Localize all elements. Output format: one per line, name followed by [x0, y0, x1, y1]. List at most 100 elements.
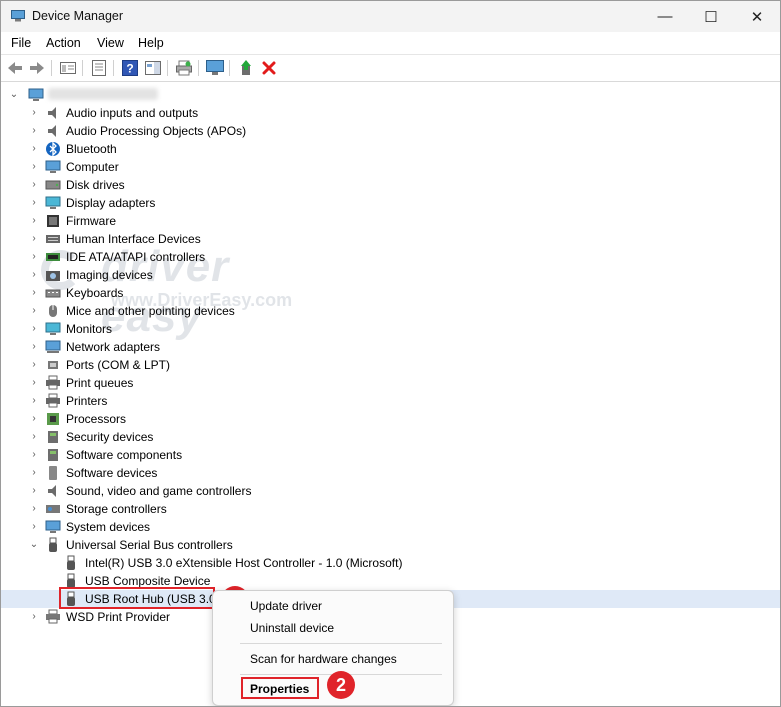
show-hide-icon[interactable]	[90, 59, 108, 77]
tree-item-category[interactable]: › Audio inputs and outputs	[1, 104, 780, 122]
menu-help[interactable]: Help	[138, 36, 164, 50]
keyboard-icon	[45, 285, 61, 301]
chevron-right-icon[interactable]: ›	[29, 125, 39, 137]
maximize-button[interactable]: ☐	[688, 1, 734, 32]
chevron-down-icon[interactable]: ⌄	[29, 539, 39, 551]
chevron-right-icon[interactable]: ›	[29, 215, 39, 227]
chevron-right-icon[interactable]: ›	[29, 485, 39, 497]
chevron-right-icon[interactable]: ›	[29, 161, 39, 173]
chevron-right-icon[interactable]: ›	[29, 377, 39, 389]
tree-item-category[interactable]: › Mice and other pointing devices	[1, 302, 780, 320]
properties-highlight	[241, 677, 319, 699]
chevron-right-icon[interactable]: ›	[29, 269, 39, 281]
tree-item-label: Intel(R) USB 3.0 eXtensible Host Control…	[85, 556, 403, 570]
tree-item-label: Sound, video and game controllers	[66, 484, 252, 498]
tree-item-label: Print queues	[66, 376, 134, 390]
tree-item-usb-controllers[interactable]: ⌄ Universal Serial Bus controllers	[1, 536, 780, 554]
printer-icon	[45, 393, 61, 409]
processor-icon	[45, 411, 61, 427]
chevron-right-icon[interactable]: ›	[29, 611, 39, 623]
action-pane-icon[interactable]	[144, 59, 162, 77]
tree-item-category[interactable]: › Software devices	[1, 464, 780, 482]
chevron-right-icon[interactable]: ›	[29, 395, 39, 407]
chevron-right-icon[interactable]: ›	[29, 143, 39, 155]
printer-icon	[46, 609, 60, 624]
speaker-icon	[45, 105, 61, 121]
tree-item-category[interactable]: › IDE ATA/ATAPI controllers	[1, 248, 780, 266]
tree-item-category[interactable]: › System devices	[1, 518, 780, 536]
title-bar[interactable]: Device Manager — ☐ ✕	[1, 1, 780, 32]
tree-item-label: Computer	[66, 160, 119, 174]
chevron-right-icon[interactable]: ›	[29, 467, 39, 479]
mouse-icon	[45, 303, 61, 319]
tree-item-usb-host-controller[interactable]: Intel(R) USB 3.0 eXtensible Host Control…	[1, 554, 780, 572]
tree-item-category[interactable]: › Processors	[1, 410, 780, 428]
menu-file[interactable]: File	[11, 36, 31, 50]
close-button[interactable]: ✕	[734, 1, 780, 32]
minimize-button[interactable]: —	[642, 1, 688, 32]
device-manager-window: Device Manager — ☐ ✕ File Action View He…	[0, 0, 781, 707]
tree-item-category[interactable]: › Software components	[1, 446, 780, 464]
usb-root-hub-highlight	[59, 587, 215, 609]
tree-item-category[interactable]: › Imaging devices	[1, 266, 780, 284]
menu-view[interactable]: View	[97, 36, 124, 50]
tree-item-category[interactable]: › Computer	[1, 158, 780, 176]
chevron-right-icon[interactable]: ›	[29, 107, 39, 119]
tree-item-category[interactable]: › Storage controllers	[1, 500, 780, 518]
chevron-right-icon[interactable]: ›	[29, 341, 39, 353]
security-device-icon	[45, 429, 61, 445]
menu-uninstall-device[interactable]: Uninstall device	[250, 621, 334, 635]
tree-item-category[interactable]: › Sound, video and game controllers	[1, 482, 780, 500]
menu-scan-hardware[interactable]: Scan for hardware changes	[250, 652, 397, 666]
properties-sheet-icon[interactable]	[59, 59, 77, 77]
menu-update-driver[interactable]: Update driver	[250, 599, 322, 613]
chevron-right-icon[interactable]: ›	[29, 251, 39, 263]
tree-root[interactable]: ⌄	[1, 86, 780, 104]
tree-item-label: Human Interface Devices	[66, 232, 201, 246]
back-icon[interactable]	[6, 59, 24, 77]
menu-separator	[240, 643, 442, 644]
chevron-right-icon[interactable]: ›	[29, 431, 39, 443]
computer-icon	[28, 88, 44, 101]
chevron-right-icon[interactable]: ›	[29, 503, 39, 515]
tree-item-category[interactable]: › Firmware	[1, 212, 780, 230]
tree-item-label: Storage controllers	[66, 502, 167, 516]
speaker-icon	[45, 123, 61, 139]
tree-item-category[interactable]: › Print queues	[1, 374, 780, 392]
tree-item-category[interactable]: › Monitors	[1, 320, 780, 338]
chevron-right-icon[interactable]: ›	[29, 449, 39, 461]
tree-item-label: WSD Print Provider	[66, 610, 171, 624]
chevron-right-icon[interactable]: ›	[29, 197, 39, 209]
chevron-right-icon[interactable]: ›	[29, 521, 39, 533]
print-icon[interactable]	[175, 59, 193, 77]
chevron-right-icon[interactable]: ›	[29, 323, 39, 335]
chevron-down-icon[interactable]: ⌄	[9, 89, 19, 101]
tree-item-category[interactable]: › Printers	[1, 392, 780, 410]
tree-item-category[interactable]: › Keyboards	[1, 284, 780, 302]
uninstall-device-icon[interactable]	[260, 59, 278, 77]
disk-drive-icon	[45, 177, 61, 193]
chevron-right-icon[interactable]: ›	[29, 305, 39, 317]
tree-item-category[interactable]: › Bluetooth	[1, 140, 780, 158]
tree-item-category[interactable]: › Display adapters	[1, 194, 780, 212]
tree-item-label: Ports (COM & LPT)	[66, 358, 171, 372]
tree-item-label: IDE ATA/ATAPI controllers	[66, 250, 206, 264]
tree-item-category[interactable]: › Network adapters	[1, 338, 780, 356]
chevron-right-icon[interactable]: ›	[29, 413, 39, 425]
tree-item-category[interactable]: › Security devices	[1, 428, 780, 446]
help-icon[interactable]: ?	[121, 59, 139, 77]
tree-item-label: Processors	[66, 412, 127, 426]
scan-hardware-icon[interactable]	[206, 59, 224, 77]
chevron-right-icon[interactable]: ›	[29, 359, 39, 371]
chevron-right-icon[interactable]: ›	[29, 287, 39, 299]
tree-item-category[interactable]: › Audio Processing Objects (APOs)	[1, 122, 780, 140]
chevron-right-icon[interactable]: ›	[29, 179, 39, 191]
menu-action[interactable]: Action	[46, 36, 81, 50]
update-driver-icon[interactable]	[237, 59, 255, 77]
chevron-right-icon[interactable]: ›	[29, 233, 39, 245]
tree-item-category[interactable]: › Ports (COM & LPT)	[1, 356, 780, 374]
forward-icon[interactable]	[28, 59, 46, 77]
display-adapter-icon	[45, 195, 61, 211]
tree-item-category[interactable]: › Disk drives	[1, 176, 780, 194]
tree-item-category[interactable]: › Human Interface Devices	[1, 230, 780, 248]
